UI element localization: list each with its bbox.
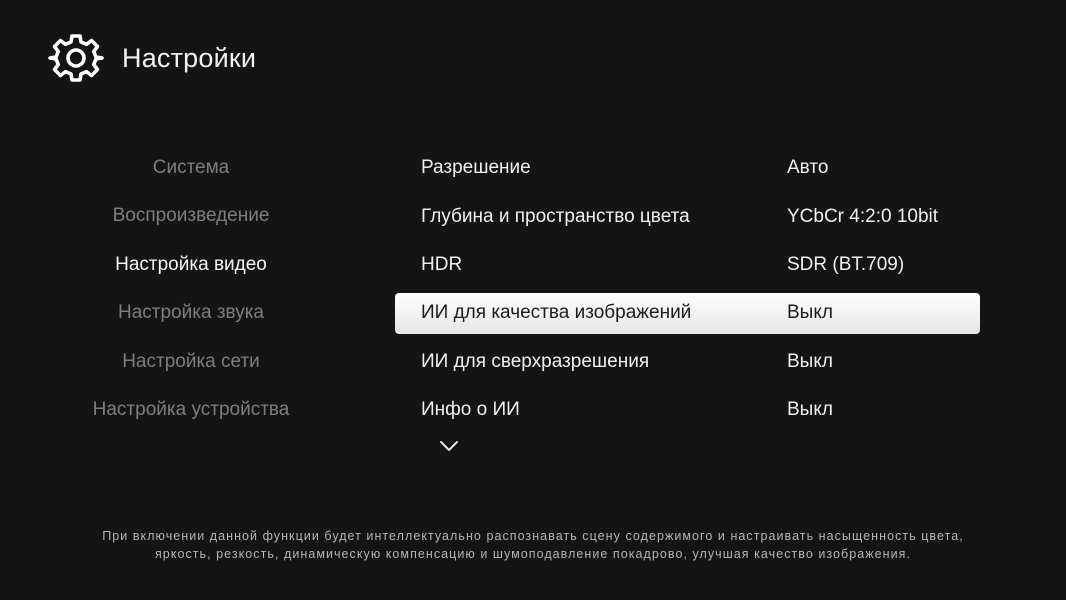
setting-row-hdr[interactable]: HDR SDR (BT.709) bbox=[395, 241, 980, 289]
setting-value: Авто bbox=[787, 157, 829, 179]
setting-label: ИИ для сверхразрешения bbox=[421, 350, 650, 372]
setting-value: Выкл bbox=[787, 399, 833, 421]
gear-icon bbox=[48, 34, 104, 82]
setting-value: Выкл bbox=[787, 350, 833, 372]
sidebar-item-video-settings[interactable]: Настройка видео bbox=[40, 241, 342, 289]
sidebar-item-audio-settings[interactable]: Настройка звука bbox=[40, 289, 342, 337]
sidebar-item-playback[interactable]: Воспроизведение bbox=[40, 192, 342, 240]
setting-label: Инфо о ИИ bbox=[421, 399, 520, 421]
setting-value: Выкл bbox=[787, 302, 833, 324]
header: Настройки bbox=[48, 28, 256, 88]
setting-row-ai-picture-quality[interactable]: ИИ для качества изображений Выкл bbox=[395, 292, 980, 334]
sidebar: Система Воспроизведение Настройка видео … bbox=[40, 144, 342, 434]
setting-row-ai-info[interactable]: Инфо о ИИ Выкл bbox=[395, 386, 980, 434]
setting-value: YCbCr 4:2:0 10bit bbox=[787, 205, 939, 227]
setting-label: HDR bbox=[421, 253, 463, 275]
setting-row-ai-super-resolution[interactable]: ИИ для сверхразрешения Выкл bbox=[395, 338, 980, 386]
setting-label: ИИ для качества изображений bbox=[421, 302, 692, 324]
setting-label: Глубина и пространство цвета bbox=[421, 205, 690, 227]
setting-row-color-depth[interactable]: Глубина и пространство цвета YCbCr 4:2:0… bbox=[395, 192, 980, 240]
setting-label: Разрешение bbox=[421, 157, 531, 179]
setting-description: При включении данной функции будет интел… bbox=[10, 527, 1056, 563]
sidebar-item-system[interactable]: Система bbox=[40, 144, 342, 192]
description-line-2: яркость, резкость, динамическую компенса… bbox=[154, 547, 912, 561]
chevron-down-icon[interactable] bbox=[438, 438, 460, 454]
sidebar-item-device-settings[interactable]: Настройка устройства bbox=[40, 386, 342, 434]
page-title: Настройки bbox=[122, 42, 257, 73]
setting-value: SDR (BT.709) bbox=[787, 253, 905, 275]
setting-row-resolution[interactable]: Разрешение Авто bbox=[395, 144, 980, 192]
sidebar-item-network-settings[interactable]: Настройка сети bbox=[40, 338, 342, 386]
settings-list: Разрешение Авто Глубина и пространство ц… bbox=[395, 144, 980, 434]
description-line-1: При включении данной функции будет интел… bbox=[102, 529, 964, 543]
